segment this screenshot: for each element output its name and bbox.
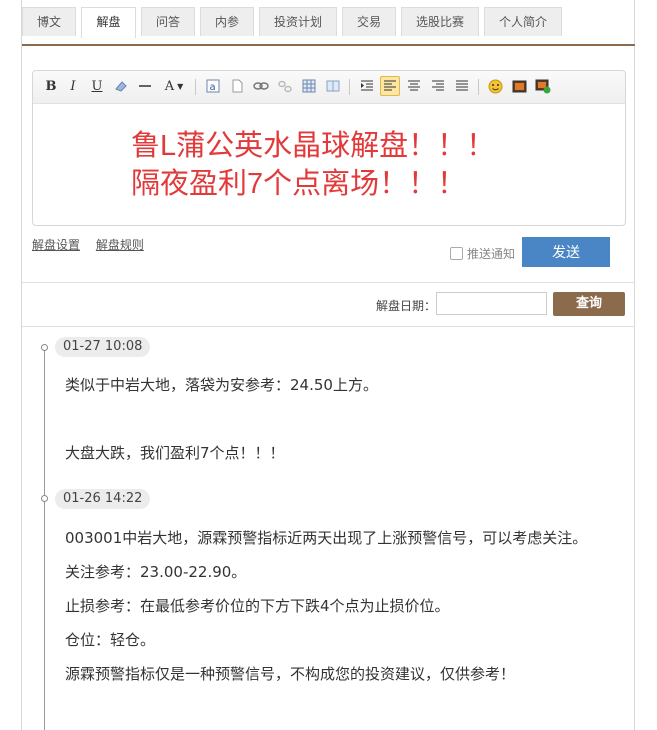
- tab-trade[interactable]: 交易: [342, 7, 396, 36]
- align-center-icon[interactable]: [404, 76, 424, 96]
- entry-date: 01-26 14:22: [55, 489, 151, 509]
- date-label: 解盘日期：: [376, 299, 437, 313]
- font-color-button[interactable]: A ▼: [159, 76, 189, 96]
- insert-image-icon[interactable]: [533, 76, 553, 96]
- tab-bar: 博文 解盘 问答 内参 投资计划 交易 选股比赛 个人简介: [22, 7, 562, 38]
- tab-qa[interactable]: 问答: [141, 7, 195, 36]
- date-input[interactable]: [436, 292, 547, 315]
- font-color-label: A: [164, 78, 175, 94]
- timeline-dot: [41, 495, 48, 502]
- cells-icon[interactable]: [323, 76, 343, 96]
- entry-line: 关注参考：23.00-22.90。: [65, 563, 247, 581]
- push-notify-checkbox[interactable]: [450, 247, 463, 260]
- svg-text:a: a: [210, 82, 216, 93]
- editor-links: 解盘设置 解盘规则: [32, 236, 156, 253]
- link-icon[interactable]: [251, 76, 271, 96]
- push-notify[interactable]: 推送通知: [450, 245, 515, 262]
- anchor-icon[interactable]: a: [203, 76, 223, 96]
- tab-investment-plan[interactable]: 投资计划: [259, 7, 337, 36]
- editor-line: 鲁L蒲公英水晶球解盘！！！: [131, 130, 496, 162]
- align-left-icon[interactable]: [380, 76, 400, 96]
- entry-line: 大盘大跌，我们盈利7个点！！！: [65, 444, 285, 462]
- toolbar-separator: [478, 79, 479, 95]
- query-button[interactable]: 查询: [553, 292, 625, 316]
- entry-line: 源霖预警指标仅是一种预警信号，不构成您的投资建议，仅供参考！: [65, 665, 516, 683]
- analysis-rules-link[interactable]: 解盘规则: [96, 238, 144, 252]
- indent-icon[interactable]: [357, 76, 377, 96]
- send-button[interactable]: 发送: [522, 237, 610, 267]
- align-right-icon[interactable]: [428, 76, 448, 96]
- editor-content[interactable]: 鲁L蒲公英水晶球解盘！！！ 隔夜盈利7个点离场！！！: [131, 127, 611, 203]
- entry-date: 01-27 10:08: [55, 337, 151, 357]
- toolbar-separator: [349, 79, 350, 95]
- entry-line: 仓位：轻仓。: [65, 631, 156, 649]
- divider: [22, 282, 635, 283]
- tab-underline: [22, 44, 635, 46]
- underline-button[interactable]: U: [87, 76, 107, 96]
- unlink-icon[interactable]: [275, 76, 295, 96]
- image-icon[interactable]: [509, 76, 529, 96]
- entry-line: 类似于中岩大地，落袋为安参考：24.50上方。: [65, 376, 378, 394]
- entry-line: 止损参考：在最低参考价位的下方下跌4个点为止损价位。: [65, 597, 450, 615]
- timeline-line: [44, 348, 45, 730]
- tab-insider[interactable]: 内参: [200, 7, 254, 36]
- bold-button[interactable]: B: [41, 76, 61, 96]
- tab-stock-contest[interactable]: 选股比赛: [401, 7, 479, 36]
- timeline-dot: [41, 344, 48, 351]
- align-justify-icon[interactable]: [452, 76, 472, 96]
- rich-text-editor[interactable]: B I U A ▼ a 鲁L蒲公英水晶球解盘！！！ 隔夜盈利7个点离场！！！: [32, 70, 626, 226]
- tab-profile[interactable]: 个人简介: [484, 7, 562, 36]
- eraser-icon[interactable]: [111, 76, 131, 96]
- tab-blog[interactable]: 博文: [22, 7, 76, 36]
- italic-button[interactable]: I: [63, 76, 83, 96]
- editor-toolbar: B I U A ▼ a: [33, 71, 625, 104]
- chevron-down-icon: ▼: [177, 81, 184, 91]
- table-icon[interactable]: [299, 76, 319, 96]
- analysis-settings-link[interactable]: 解盘设置: [32, 238, 80, 252]
- divider: [22, 326, 635, 327]
- horizontal-rule-icon[interactable]: [135, 76, 155, 96]
- toolbar-separator: [195, 79, 196, 95]
- editor-line: 隔夜盈利7个点离场！！！: [131, 168, 467, 200]
- page-icon[interactable]: [227, 76, 247, 96]
- push-notify-label: 推送通知: [467, 247, 516, 261]
- tab-analysis[interactable]: 解盘: [81, 7, 136, 38]
- emoticon-icon[interactable]: [485, 76, 505, 96]
- page: 博文 解盘 问答 内参 投资计划 交易 选股比赛 个人简介 B I U A ▼ a: [0, 0, 657, 730]
- entry-line: 003001中岩大地，源霖预警指标近两天出现了上涨预警信号，可以考虑关注。: [65, 529, 588, 547]
